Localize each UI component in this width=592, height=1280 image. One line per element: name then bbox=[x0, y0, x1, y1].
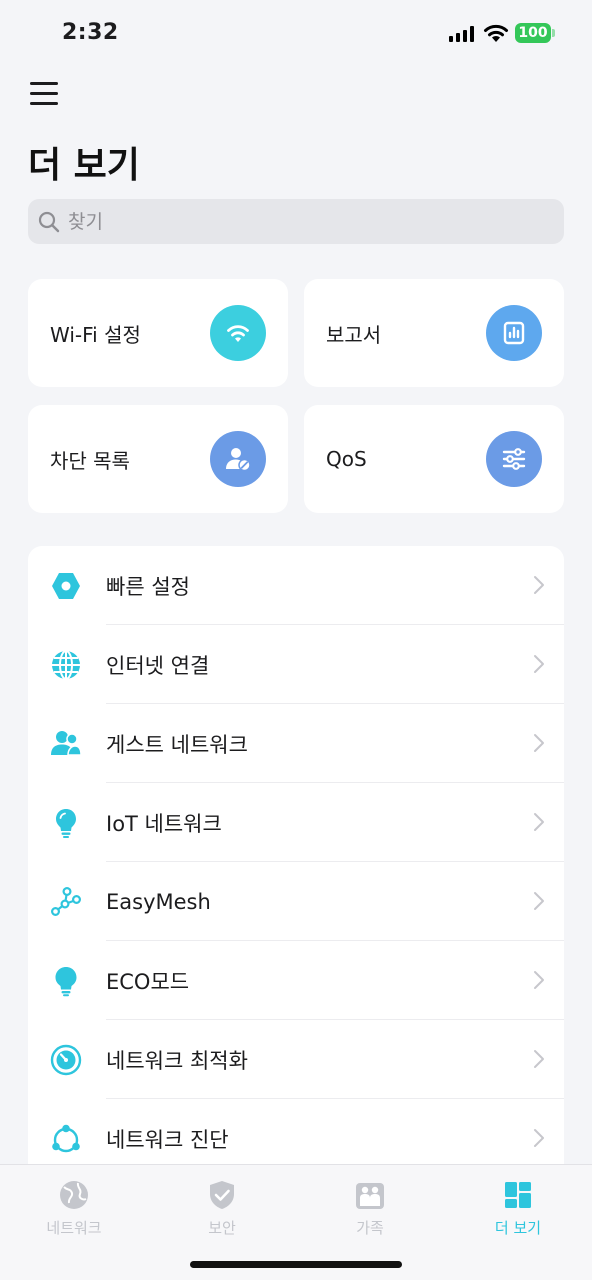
tile-report[interactable]: 보고서 bbox=[304, 279, 564, 387]
status-time: 2:32 bbox=[62, 20, 119, 45]
network-globe-icon bbox=[60, 1181, 88, 1209]
chevron-right-icon bbox=[534, 576, 544, 594]
tab-label: 네트워크 bbox=[46, 1219, 102, 1237]
list-item-label: 빠른 설정 bbox=[106, 574, 190, 599]
lightbulb-icon bbox=[49, 806, 83, 840]
search-input[interactable] bbox=[68, 210, 548, 233]
hexagon-icon bbox=[49, 569, 83, 603]
wifi-icon bbox=[210, 305, 266, 361]
blocked-user-icon bbox=[210, 431, 266, 487]
wifi-status-icon bbox=[484, 24, 508, 42]
tile-label: Wi-Fi 설정 bbox=[50, 322, 141, 347]
chevron-right-icon bbox=[534, 655, 544, 673]
mesh-nodes-icon bbox=[49, 885, 83, 919]
chevron-right-icon bbox=[534, 1129, 544, 1147]
list-item-network-optimization[interactable]: 네트워크 최적화 bbox=[28, 1020, 564, 1099]
chevron-right-icon bbox=[534, 892, 544, 910]
family-icon bbox=[356, 1183, 384, 1209]
search-icon bbox=[38, 211, 60, 232]
chevron-right-icon bbox=[534, 734, 544, 752]
page-title: 더 보기 bbox=[28, 145, 140, 186]
list-item-guest-network[interactable]: 게스트 네트워크 bbox=[28, 704, 564, 783]
tile-label: 보고서 bbox=[326, 322, 382, 347]
list-item-internet-connection[interactable]: 인터넷 연결 bbox=[28, 625, 564, 704]
list-item-label: 네트워크 최적화 bbox=[106, 1048, 248, 1073]
eco-bulb-icon bbox=[49, 964, 83, 998]
list-item-label: 게스트 네트워크 bbox=[106, 732, 248, 757]
menu-icon[interactable] bbox=[30, 82, 60, 108]
settings-list: 빠른 설정 인터넷 연결 게스트 네트워크 IoT 네트워크 EasyMesh bbox=[28, 546, 564, 1186]
tab-label: 보안 bbox=[208, 1219, 236, 1237]
list-item-label: 인터넷 연결 bbox=[106, 653, 210, 678]
home-indicator bbox=[190, 1261, 402, 1268]
chevron-right-icon bbox=[534, 813, 544, 831]
shield-check-icon bbox=[210, 1181, 234, 1209]
tile-qos[interactable]: QoS bbox=[304, 405, 564, 513]
sliders-icon bbox=[486, 431, 542, 487]
tab-network[interactable]: 네트워크 bbox=[24, 1179, 124, 1238]
cellular-signal-icon bbox=[449, 26, 474, 42]
tab-label: 더 보기 bbox=[494, 1219, 542, 1237]
chevron-right-icon bbox=[534, 1050, 544, 1068]
tab-label: 가족 bbox=[356, 1219, 384, 1237]
list-item-quick-setup[interactable]: 빠른 설정 bbox=[28, 546, 564, 625]
guests-icon bbox=[49, 727, 83, 761]
list-item-iot-network[interactable]: IoT 네트워크 bbox=[28, 783, 564, 862]
list-item-label: ECO모드 bbox=[106, 969, 190, 994]
tile-label: QoS bbox=[326, 447, 367, 471]
search-bar[interactable] bbox=[28, 199, 564, 244]
list-item-label: EasyMesh bbox=[106, 889, 211, 914]
tab-family[interactable]: 가족 bbox=[320, 1179, 420, 1238]
list-item-eco-mode[interactable]: ECO모드 bbox=[28, 941, 564, 1020]
report-chart-icon bbox=[486, 305, 542, 361]
tile-label: 차단 목록 bbox=[50, 448, 130, 473]
battery-indicator: 100 bbox=[515, 23, 555, 43]
diagnosis-icon bbox=[49, 1122, 83, 1156]
chevron-right-icon bbox=[534, 971, 544, 989]
list-item-label: 네트워크 진단 bbox=[106, 1127, 229, 1152]
list-item-label: IoT 네트워크 bbox=[106, 811, 222, 836]
tab-security[interactable]: 보안 bbox=[172, 1179, 272, 1238]
tile-block-list[interactable]: 차단 목록 bbox=[28, 405, 288, 513]
status-bar: 2:32 100 bbox=[0, 0, 592, 64]
optimize-gauge-icon bbox=[49, 1043, 83, 1077]
globe-icon bbox=[49, 648, 83, 682]
tile-wifi-settings[interactable]: Wi-Fi 설정 bbox=[28, 279, 288, 387]
more-grid-icon bbox=[505, 1182, 531, 1208]
list-item-easymesh[interactable]: EasyMesh bbox=[28, 862, 564, 941]
tab-more[interactable]: 더 보기 bbox=[468, 1179, 568, 1238]
